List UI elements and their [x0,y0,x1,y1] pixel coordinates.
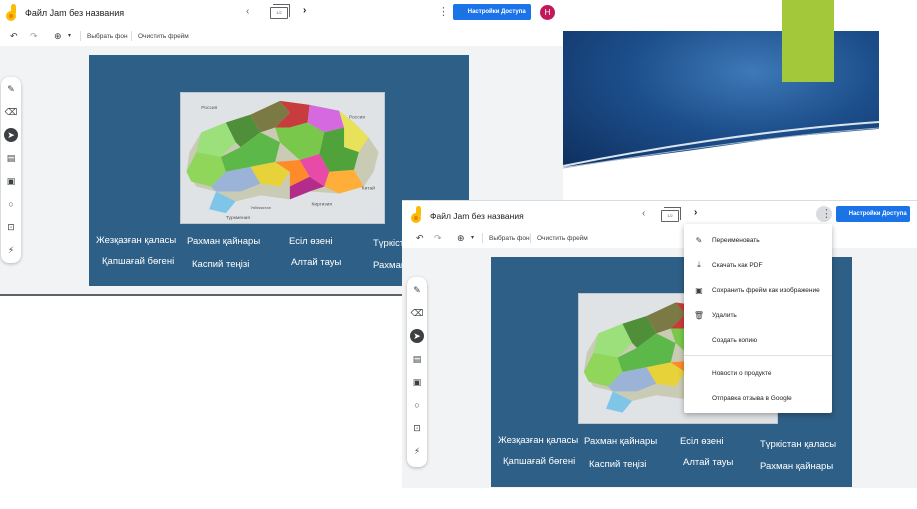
pen-tool-icon[interactable]: ✎ [410,283,424,297]
circle-tool-icon[interactable]: ○ [4,197,18,211]
person-add-icon: 👤 [458,9,466,16]
menu-item-rename[interactable]: ✎ Переименовать [684,228,832,252]
map-label-russia-east: Россия [349,115,365,121]
jam-logo-icon [410,206,424,224]
menu-item-send-feedback[interactable]: Отправка отзыва в Google [684,386,832,410]
jam-logo-icon [5,4,19,22]
more-menu-icon[interactable]: ⋮ [821,209,832,220]
laser-tool-icon[interactable]: ⚡ [410,444,424,458]
download-icon: ⤓ [697,260,701,269]
tool-palette: ✎ ⌫ ➤ ▤ ▣ ○ ⊡ ⚡ [407,277,427,467]
set-background-button[interactable]: Выбрать фон [489,235,530,242]
prev-frame-arrow-icon[interactable]: ‹ [642,208,645,219]
sticky-text[interactable]: Қапшағай бөгені [503,456,575,467]
image-tool-icon[interactable]: ▣ [410,375,424,389]
map-label-uzbekistan: Узбекистан [250,205,270,210]
trash-icon: 🗑 [693,310,705,320]
jam-window-front: Файл Jam без названия ‹ 1/2 › ⋮ 👤 Настрой… [402,200,917,509]
image-icon: ▣ [695,285,703,295]
frame-indicator[interactable]: 1/2 [661,207,681,222]
clear-frame-button[interactable]: Очистить фрейм [537,235,588,242]
pencil-icon: ✎ [695,235,703,245]
map-label-russia: Россия [201,105,217,111]
access-settings-button[interactable]: 👤 Настройки Доступа [453,4,531,20]
tool-palette: ✎ ⌫ ➤ ▤ ▣ ○ ⊡ ⚡ [1,77,21,263]
redo-icon[interactable]: ↷ [30,31,38,42]
undo-icon[interactable]: ↶ [416,233,424,244]
map-label-china: Китай [362,185,376,192]
select-tool-icon[interactable]: ➤ [410,329,424,343]
pen-tool-icon[interactable]: ✎ [4,82,18,96]
frame-indicator[interactable]: 1/2 [270,4,290,19]
slide-swoosh [563,121,879,169]
select-tool-icon[interactable]: ➤ [4,128,18,142]
menu-item-save-image[interactable]: ▣ Сохранить фрейм как изображение [684,278,832,302]
menu-item-delete[interactable]: 🗑 Удалить [684,303,832,327]
zoom-dropdown-icon[interactable]: ▾ [471,234,474,241]
next-frame-arrow-icon[interactable]: › [694,207,697,218]
sticky-text[interactable]: Түркіст [373,238,404,249]
sticky-text[interactable]: Алтай тауы [683,457,733,468]
sticky-text[interactable]: Рахман қайнары [584,436,657,447]
sticky-text[interactable]: Жезқазған қаласы [498,435,578,446]
sticky-text[interactable]: Каспий теңізі [589,459,646,470]
sticky-text[interactable]: Қапшағай бөгені [102,256,174,267]
zoom-icon[interactable]: ⊕ [457,233,465,244]
person-add-icon: 👤 [839,211,847,218]
menu-divider [684,355,832,356]
menu-item-download-pdf[interactable]: ⤓ Скачать как PDF [684,253,832,277]
toolbar-divider [482,233,483,243]
sticky-text[interactable]: Түркістан қаласы [760,439,836,450]
sticky-text[interactable]: Алтай тауы [291,257,341,268]
zoom-dropdown-icon[interactable]: ▾ [68,32,71,39]
eraser-tool-icon[interactable]: ⌫ [4,105,18,119]
set-background-button[interactable]: Выбрать фон [87,33,128,40]
document-title[interactable]: Файл Jam без названия [430,211,524,221]
prev-frame-arrow-icon[interactable]: ‹ [246,6,249,17]
menu-item-whats-new[interactable]: Новости о продукте [684,361,832,385]
more-options-menu: ✎ Переименовать ⤓ Скачать как PDF ▣ Сохр… [684,224,832,413]
text-box-tool-icon[interactable]: ⊡ [4,220,18,234]
toolbar-divider [530,233,531,243]
sticky-text[interactable]: Есіл өзені [289,236,332,247]
slide-green-accent [782,0,834,82]
sticky-text[interactable]: Рахман қайнары [760,461,833,472]
image-tool-icon[interactable]: ▣ [4,174,18,188]
eraser-tool-icon[interactable]: ⌫ [410,306,424,320]
sticky-text[interactable]: Есіл өзені [680,436,723,447]
next-frame-arrow-icon[interactable]: › [303,5,306,16]
undo-icon[interactable]: ↶ [10,31,18,42]
kazakhstan-map-image[interactable]: Россия Россия Китай Киргизия Туркмения У… [180,92,385,224]
map-label-turkmenistan: Туркмения [226,215,251,221]
map-label-kyrgyzstan: Киргизия [312,201,333,207]
document-title[interactable]: Файл Jam без названия [25,8,124,18]
circle-tool-icon[interactable]: ○ [410,398,424,412]
toolbar-divider [131,31,132,41]
sticky-text[interactable]: Каспий теңізі [192,259,249,270]
redo-icon[interactable]: ↷ [434,233,442,244]
sticky-text[interactable]: Жезқазған қаласы [96,235,176,246]
clear-frame-button[interactable]: Очистить фрейм [138,33,189,40]
sticky-note-tool-icon[interactable]: ▤ [4,151,18,165]
laser-tool-icon[interactable]: ⚡ [4,243,18,257]
menu-item-make-copy[interactable]: Создать копию [684,328,832,352]
zoom-icon[interactable]: ⊕ [54,31,62,42]
toolbar-divider [80,31,81,41]
text-box-tool-icon[interactable]: ⊡ [410,421,424,435]
sticky-text[interactable]: Рахман қайнары [187,236,260,247]
avatar[interactable]: Н [540,5,555,20]
access-settings-button[interactable]: 👤 Настройки Доступа [836,206,910,222]
more-menu-icon[interactable]: ⋮ [438,7,449,18]
sticky-note-tool-icon[interactable]: ▤ [410,352,424,366]
